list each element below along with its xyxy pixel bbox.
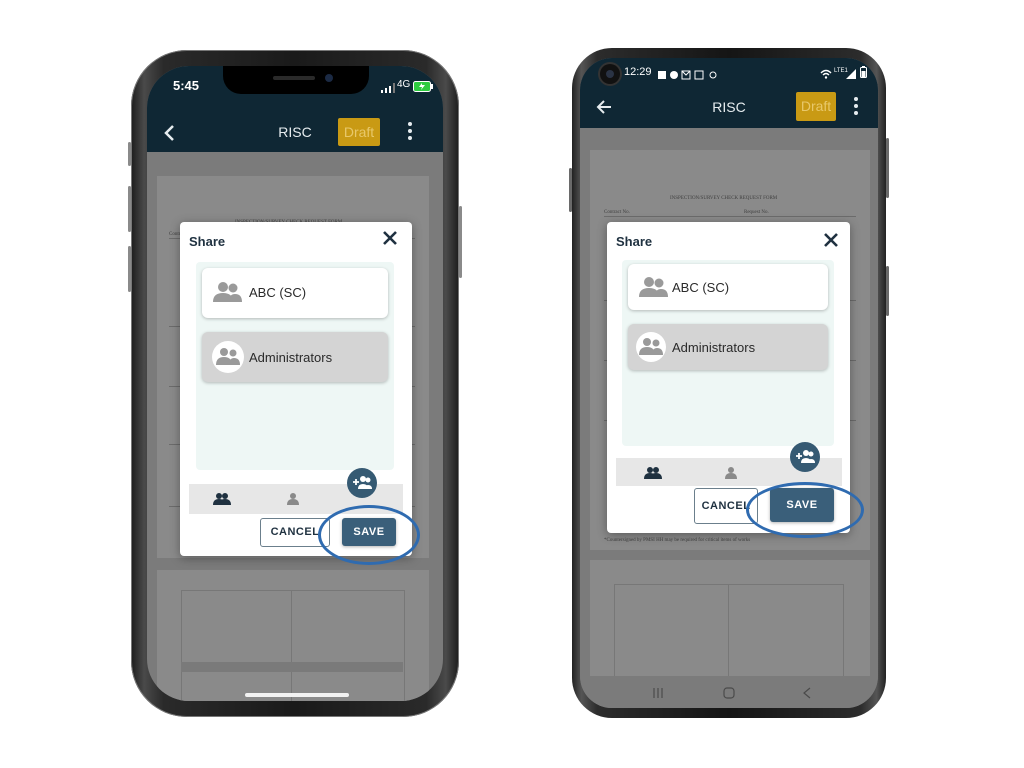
draft-badge[interactable]: Draft xyxy=(796,92,836,121)
add-group-button[interactable] xyxy=(347,468,377,498)
iphone-screen: 5:45 4G RISC Draft INSPECTION/SURVEY CHE… xyxy=(147,66,443,701)
dialog-title: Share xyxy=(616,234,653,249)
kebab-menu-icon[interactable] xyxy=(408,122,412,143)
iphone-power-button xyxy=(459,206,462,278)
signal-icon xyxy=(846,66,856,84)
app-bar: RISC Draft xyxy=(580,86,878,128)
document-footnote: *Countersigned by PMSI HH may be require… xyxy=(604,538,751,543)
tab-users[interactable] xyxy=(725,466,737,484)
add-group-button[interactable] xyxy=(790,442,820,472)
document-page-2 xyxy=(157,570,429,701)
home-icon[interactable] xyxy=(723,686,735,704)
list-item-abc-sc[interactable]: ABC (SC) xyxy=(628,264,828,310)
tab-groups[interactable] xyxy=(644,466,662,484)
tab-users[interactable] xyxy=(287,492,299,510)
camera-lens xyxy=(606,70,614,78)
status-bar: 12:29 LTE1 xyxy=(580,58,878,86)
punch-hole-camera xyxy=(600,64,620,84)
list-item-label: Administrators xyxy=(249,350,333,365)
kebab-menu-icon[interactable] xyxy=(854,97,858,118)
notification-icons xyxy=(658,67,720,85)
list-item-label: ABC (SC) xyxy=(672,280,730,295)
status-time: 12:29 xyxy=(624,66,652,78)
list-item-abc-sc[interactable]: ABC (SC) xyxy=(202,268,388,318)
samsung-screen: 12:29 LTE1 RISC Draft INSPECTION/SURVEY … xyxy=(580,58,878,708)
group-icon xyxy=(636,332,666,367)
home-indicator xyxy=(245,693,349,697)
close-icon[interactable] xyxy=(382,230,398,250)
doc-table xyxy=(181,590,405,701)
tab-groups[interactable] xyxy=(213,492,231,510)
document-request-no: Request No. xyxy=(744,210,769,215)
document-contract-no: Contract No. xyxy=(604,210,630,215)
signal-icon xyxy=(381,80,395,98)
samsung-bixby-button xyxy=(886,266,889,316)
group-icon xyxy=(638,276,668,303)
samsung-power-button xyxy=(886,138,889,198)
draft-badge[interactable]: Draft xyxy=(338,118,380,146)
add-group-icon xyxy=(796,450,815,463)
list-item-administrators[interactable]: Administrators xyxy=(202,332,388,382)
status-bar: 5:45 4G xyxy=(147,66,443,114)
document-title: INSPECTION/SURVEY CHECK REQUEST FORM xyxy=(670,196,778,201)
network-label: 4G xyxy=(397,79,411,90)
doc-table xyxy=(614,584,844,682)
app-bar: RISC Draft xyxy=(147,114,443,152)
save-highlight-ring xyxy=(318,505,420,565)
wifi-icon xyxy=(820,66,832,84)
iphone-frame: 5:45 4G RISC Draft INSPECTION/SURVEY CHE… xyxy=(131,50,459,717)
status-time: 5:45 xyxy=(173,78,200,93)
group-list: ABC (SC) Administrators xyxy=(196,262,394,470)
doc-table-divider xyxy=(291,590,292,701)
group-list: ABC (SC) Administrators xyxy=(622,260,834,446)
add-group-icon xyxy=(353,476,372,489)
notch xyxy=(223,66,369,94)
dialog-title: Share xyxy=(189,234,226,249)
back-icon[interactable] xyxy=(802,686,812,704)
document-page-2 xyxy=(590,560,870,682)
app-title: RISC xyxy=(278,124,312,140)
battery-icon xyxy=(860,65,867,83)
battery-icon xyxy=(413,79,433,97)
group-icon xyxy=(212,281,242,308)
android-nav-bar xyxy=(580,676,878,708)
list-item-label: Administrators xyxy=(672,340,756,355)
close-icon[interactable] xyxy=(823,232,839,252)
list-item-label: ABC (SC) xyxy=(249,285,307,300)
doc-line xyxy=(604,216,856,217)
samsung-frame: 12:29 LTE1 RISC Draft INSPECTION/SURVEY … xyxy=(572,48,886,718)
speaker xyxy=(273,76,315,80)
doc-table-divider xyxy=(728,584,729,680)
save-highlight-ring xyxy=(746,482,864,538)
doc-table-row xyxy=(181,662,403,672)
group-icon xyxy=(212,341,244,378)
recents-icon[interactable] xyxy=(652,686,664,704)
list-item-administrators[interactable]: Administrators xyxy=(628,324,828,370)
front-camera xyxy=(325,74,333,82)
